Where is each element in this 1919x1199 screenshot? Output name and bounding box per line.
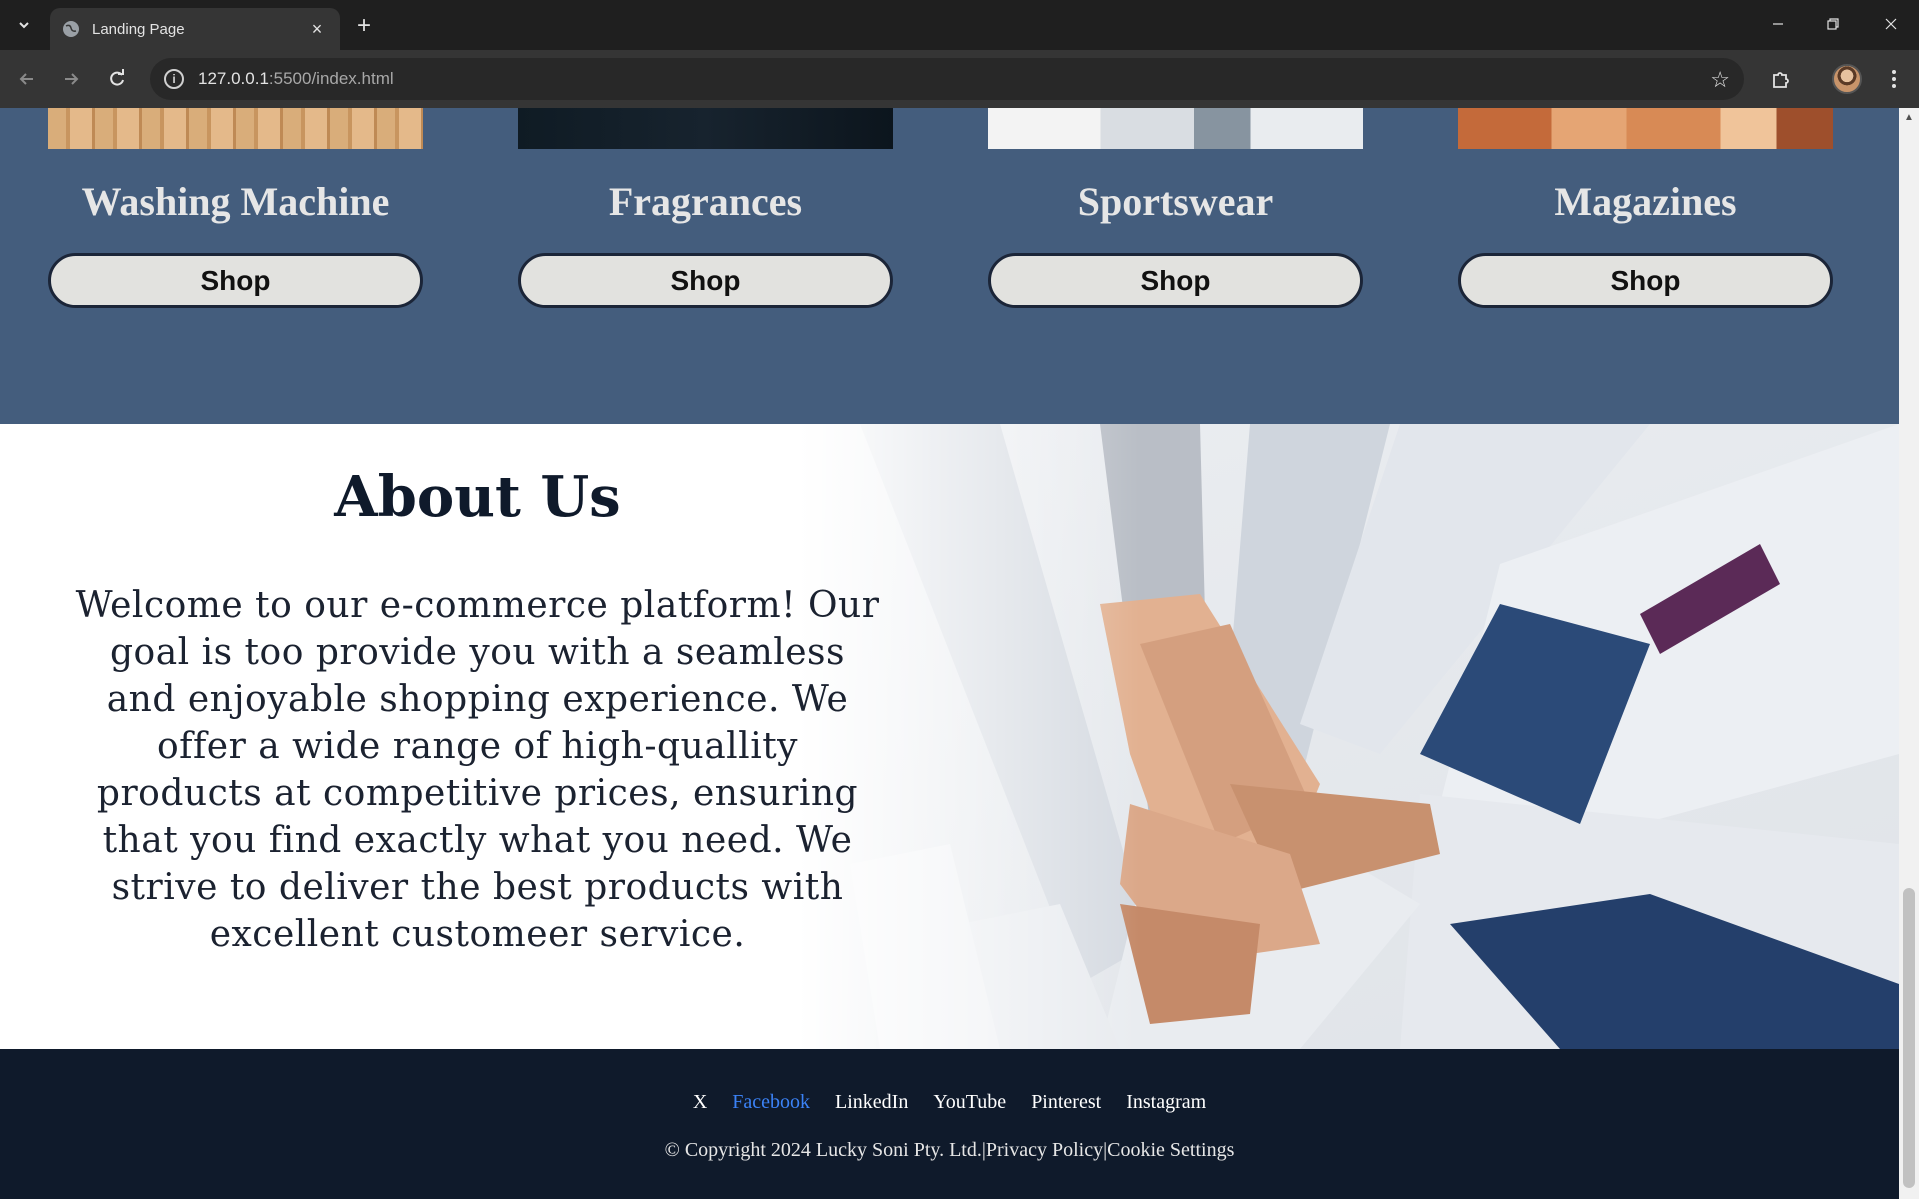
about-text: Welcome to our e-commerce platform! Our … [75, 585, 880, 955]
url-host: 127.0.0.1 [198, 69, 269, 88]
tab-title: Landing Page [92, 20, 185, 38]
globe-icon [62, 20, 80, 38]
copyright-text: © Copyright 2024 Lucky Soni Pty. Ltd. [664, 1139, 982, 1161]
browser-toolbar: i 127.0.0.1:5500/index.html ☆ [0, 50, 1919, 108]
category-image [518, 108, 893, 149]
shop-button[interactable]: Shop [48, 253, 423, 308]
arrow-right-icon[interactable] [55, 63, 87, 95]
cookie-settings-link[interactable]: Cookie Settings [1107, 1139, 1234, 1161]
reload-icon[interactable] [101, 63, 133, 95]
social-link-pinterest[interactable]: Pinterest [1031, 1091, 1101, 1114]
scrollbar-thumb[interactable] [1903, 888, 1915, 1188]
category-title: Washing Machine [81, 179, 390, 224]
puzzle-icon[interactable] [1765, 63, 1797, 95]
kebab-menu-icon[interactable] [1880, 63, 1908, 95]
social-link-x[interactable]: X [693, 1091, 707, 1114]
browser-tab[interactable]: Landing Page × [50, 8, 340, 50]
social-links: X Facebook LinkedIn YouTube Pinterest In… [0, 1091, 1899, 1114]
chevron-down-icon[interactable] [10, 12, 38, 38]
about-title: About Us [334, 464, 621, 530]
privacy-policy-link[interactable]: Privacy Policy [986, 1139, 1103, 1161]
about-section: About Us Welcome to our e-commerce platf… [0, 424, 1899, 1049]
scrollbar[interactable]: ▲ [1899, 108, 1919, 1199]
url-path: :5500/index.html [268, 69, 394, 88]
category-title: Fragrances [608, 179, 803, 224]
minimize-icon[interactable] [1756, 8, 1800, 40]
star-icon[interactable]: ☆ [1710, 67, 1730, 93]
category-title: Sportswear [1077, 179, 1274, 224]
category-image [988, 108, 1363, 149]
restore-icon[interactable] [1811, 8, 1855, 40]
shop-button[interactable]: Shop [1458, 253, 1833, 308]
social-link-linkedin[interactable]: LinkedIn [835, 1091, 908, 1114]
scroll-up-icon[interactable]: ▲ [1904, 112, 1914, 123]
info-icon[interactable]: i [164, 69, 184, 89]
footer: X Facebook LinkedIn YouTube Pinterest In… [0, 1049, 1899, 1199]
close-icon[interactable]: × [306, 18, 328, 40]
category-image [48, 108, 423, 149]
page-viewport: Washing Machine Shop Fragrances Shop Spo… [0, 108, 1899, 1199]
shop-button[interactable]: Shop [518, 253, 893, 308]
category-section: Washing Machine Shop Fragrances Shop Spo… [0, 108, 1899, 424]
category-image [1458, 108, 1833, 149]
arrow-left-icon[interactable] [11, 63, 43, 95]
avatar[interactable] [1832, 64, 1862, 94]
social-link-youtube[interactable]: YouTube [933, 1091, 1006, 1114]
window-close-icon[interactable] [1869, 8, 1913, 40]
plus-icon[interactable]: + [350, 12, 378, 40]
copyright-line: © Copyright 2024 Lucky Soni Pty. Ltd.|Pr… [0, 1139, 1899, 1162]
social-link-facebook[interactable]: Facebook [732, 1091, 810, 1114]
shop-button[interactable]: Shop [988, 253, 1363, 308]
social-link-instagram[interactable]: Instagram [1126, 1091, 1206, 1114]
address-bar[interactable]: i 127.0.0.1:5500/index.html ☆ [150, 58, 1744, 100]
tab-strip: Landing Page × + [0, 0, 1919, 50]
category-title: Magazines [1554, 179, 1737, 224]
